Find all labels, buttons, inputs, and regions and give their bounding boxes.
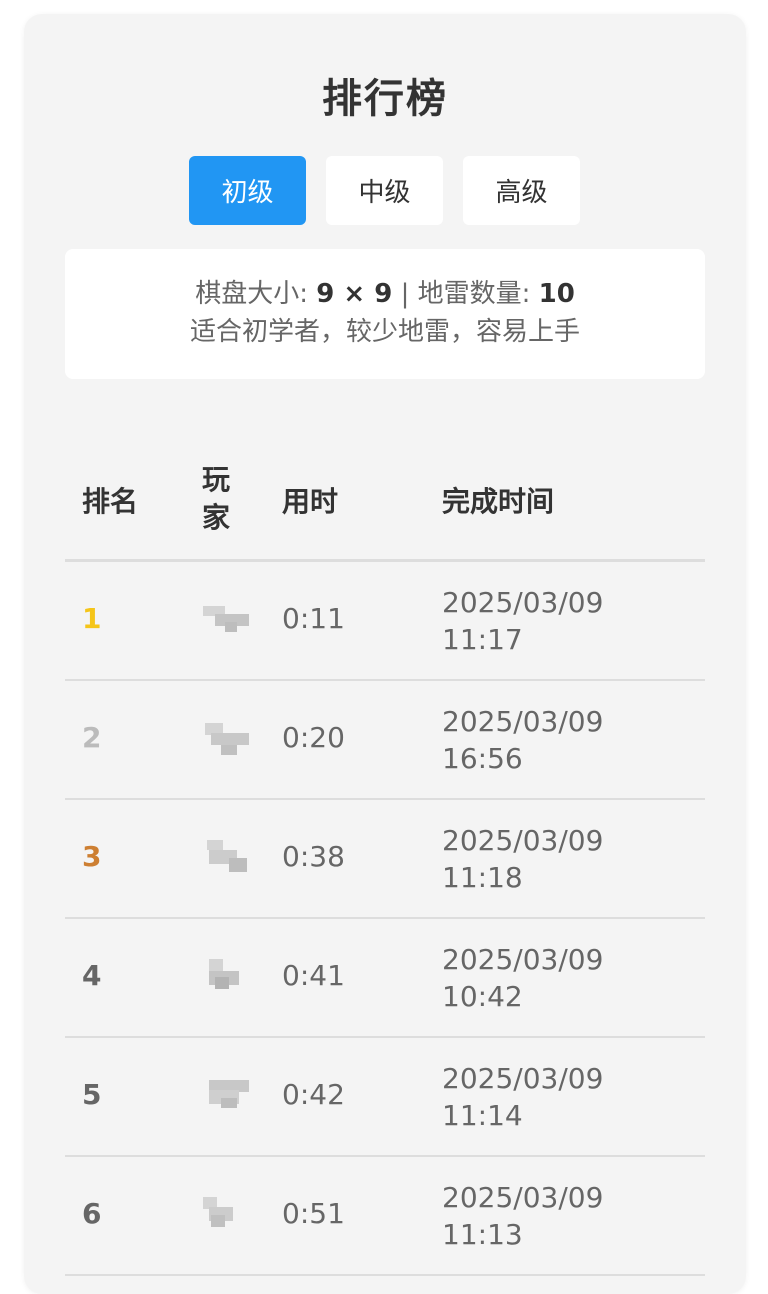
- tab-intermediate[interactable]: 中级: [326, 156, 443, 225]
- mine-count-value: 10: [538, 279, 575, 309]
- table-row: 2 0:20 2025/03/09 16:56: [65, 681, 705, 800]
- completed-cell: 2025/03/09 11:14: [442, 1062, 604, 1132]
- table-row: 6 0:51 2025/03/09 11:13: [65, 1157, 705, 1276]
- table-row: 3 0:38 2025/03/09 11:18: [65, 800, 705, 919]
- time-cell: 0:41: [282, 959, 345, 992]
- completed-cell: 2025/03/09 10:42: [442, 943, 604, 1013]
- time-cell: 0:11: [282, 602, 345, 635]
- time-cell: 0:42: [282, 1078, 345, 1111]
- info-separator: |: [400, 279, 418, 309]
- completed-cell: 2025/03/09 11:18: [442, 824, 604, 894]
- completed-cell: 2025/03/09 11:13: [442, 1181, 604, 1251]
- rank-cell: 1: [82, 602, 102, 635]
- rank-cell: 2: [82, 721, 102, 754]
- header-rank: 排名: [82, 485, 139, 518]
- board-size-label: 棋盘大小:: [195, 279, 308, 309]
- completed-cell: 2025/03/09 11:17: [442, 586, 604, 656]
- header-player: 玩家: [202, 463, 231, 534]
- player-avatar-blurred: [201, 838, 255, 878]
- difficulty-info: 棋盘大小: 9 × 9 | 地雷数量: 10 适合初学者，较少地雷，容易上手: [65, 249, 705, 379]
- board-size-value: 9 × 9: [316, 279, 393, 309]
- rank-cell: 4: [82, 959, 102, 992]
- rank-cell: 5: [82, 1078, 102, 1111]
- header-completed: 完成时间: [442, 485, 555, 518]
- mine-count-label: 地雷数量:: [417, 279, 531, 309]
- header-time: 用时: [282, 485, 339, 518]
- player-avatar-blurred: [201, 1076, 255, 1116]
- time-cell: 0:38: [282, 840, 345, 873]
- tab-beginner[interactable]: 初级: [189, 156, 306, 225]
- time-cell: 0:20: [282, 721, 345, 754]
- table-row: 5 0:42 2025/03/09 11:14: [65, 1038, 705, 1157]
- player-avatar-blurred: [201, 957, 255, 997]
- time-cell: 0:51: [282, 1197, 345, 1230]
- leaderboard-panel: 排行榜 初级 中级 高级 棋盘大小: 9 × 9 | 地雷数量: 10 适合初学…: [24, 14, 746, 1294]
- board-info-line: 棋盘大小: 9 × 9 | 地雷数量: 10: [65, 275, 705, 313]
- difficulty-description: 适合初学者，较少地雷，容易上手: [189, 317, 580, 347]
- tab-expert[interactable]: 高级: [463, 156, 580, 225]
- page-title: 排行榜: [322, 76, 448, 122]
- table-row: 4 0:41 2025/03/09 10:42: [65, 919, 705, 1038]
- player-avatar-blurred: [201, 719, 255, 759]
- player-avatar-blurred: [201, 1195, 255, 1235]
- table-header: 排名 玩家 用时 完成时间: [65, 439, 705, 562]
- difficulty-tabs: 初级 中级 高级: [189, 156, 580, 225]
- completed-cell: 2025/03/09 16:56: [442, 705, 604, 775]
- table-row: 1 0:11 2025/03/09 11:17: [65, 562, 705, 681]
- leaderboard-table: 排名 玩家 用时 完成时间 1 0:11 2025/03/09 11:17 2 0…: [65, 439, 705, 1276]
- rank-cell: 3: [82, 840, 102, 873]
- player-avatar-blurred: [201, 600, 255, 640]
- rank-cell: 6: [82, 1197, 102, 1230]
